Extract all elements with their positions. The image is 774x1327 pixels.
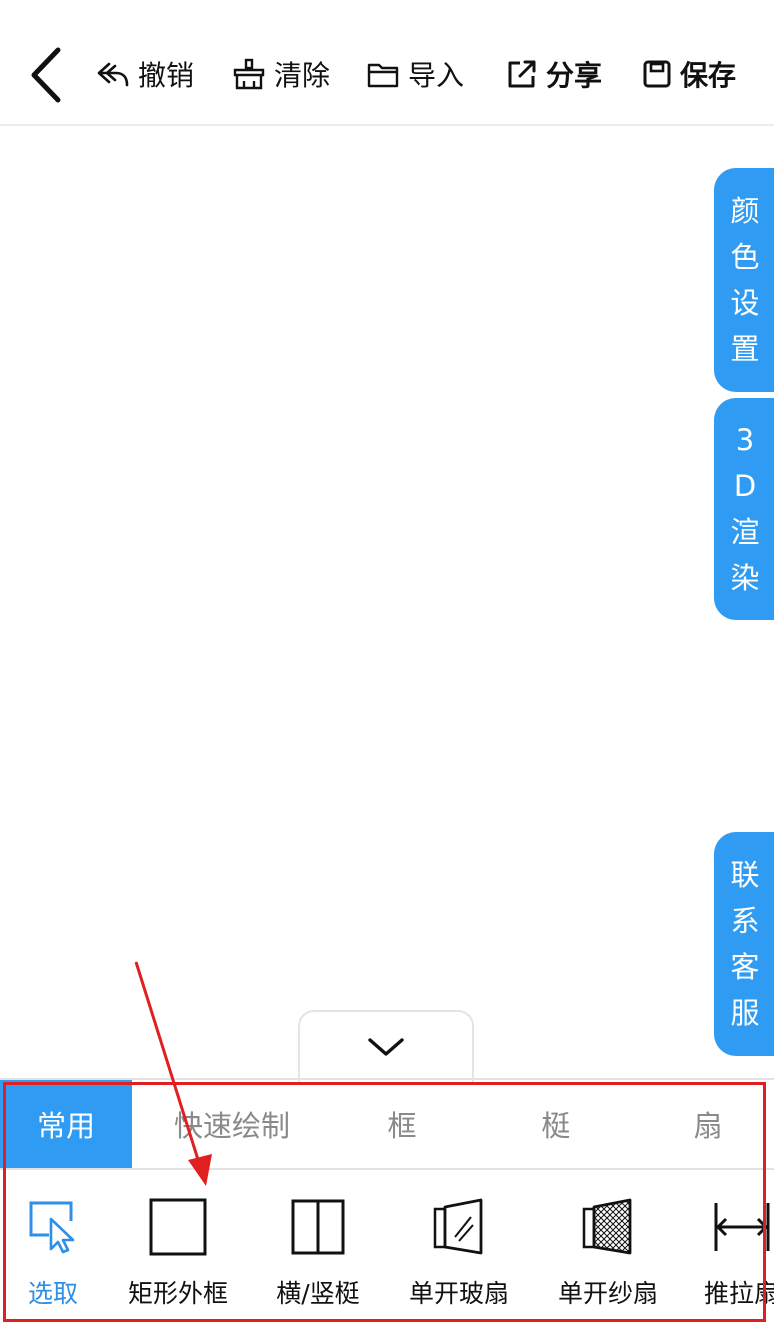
rectangle-frame-icon: [149, 1198, 207, 1256]
save-label: 保存: [680, 59, 737, 92]
save-button[interactable]: 保存: [642, 52, 736, 96]
tool-label: 单开纱扇: [557, 1279, 658, 1308]
side-tab-char: 设: [730, 286, 760, 320]
share-label: 分享: [546, 59, 603, 92]
tool-label: 推拉扇: [704, 1279, 774, 1308]
side-tab-char: 客: [730, 950, 760, 984]
chevron-down-icon: [368, 1038, 404, 1056]
tab-sash[interactable]: 扇: [666, 1080, 750, 1168]
undo-label: 撤销: [138, 59, 195, 92]
sliding-sash-icon: [714, 1203, 770, 1251]
side-tab-char: D: [733, 469, 757, 503]
top-toolbar: 撤销 清除 导入 分享 保存: [0, 0, 774, 126]
tab-mullion[interactable]: 梃: [514, 1080, 598, 1168]
import-label: 导入: [408, 59, 465, 92]
mullion-icon: [291, 1199, 345, 1255]
folder-icon: [367, 63, 399, 88]
screen-sash-icon: [582, 1198, 632, 1255]
tool-glass-sash[interactable]: 单开玻扇: [404, 1180, 514, 1320]
side-tab-char: 颜: [730, 194, 760, 228]
glass-sash-icon: [433, 1198, 483, 1255]
share-button[interactable]: 分享: [506, 52, 602, 96]
contact-support-button[interactable]: 联 系 客 服: [714, 832, 774, 1056]
collapse-panel-button[interactable]: [298, 1010, 474, 1082]
undo-button[interactable]: 撤销: [96, 52, 194, 96]
side-tab-char: 色: [730, 240, 760, 274]
chevron-left-icon: [31, 47, 61, 103]
back-button[interactable]: [26, 46, 70, 104]
tab-label: 扇: [693, 1109, 723, 1143]
import-button[interactable]: 导入: [366, 52, 464, 96]
tool-rect-frame[interactable]: 矩形外框: [120, 1180, 236, 1320]
color-settings-button[interactable]: 颜 色 设 置: [714, 168, 774, 392]
clear-label: 清除: [274, 59, 331, 92]
side-tab-char: 染: [730, 561, 760, 595]
category-tabs: 常用 快速绘制 框 梃 扇: [0, 1080, 774, 1168]
tab-quick-draw[interactable]: 快速绘制: [146, 1080, 318, 1168]
side-tab-char: 系: [730, 904, 760, 938]
undo-icon: [97, 62, 129, 87]
3d-render-button[interactable]: 3 D 渲 染: [714, 398, 774, 620]
clear-button[interactable]: 清除: [232, 52, 330, 96]
side-tab-char: 联: [730, 858, 760, 892]
save-icon: [643, 60, 671, 88]
broom-icon: [233, 58, 265, 90]
side-tab-char: 渲: [730, 515, 760, 549]
side-tab-char: 3: [735, 423, 755, 457]
tool-screen-sash[interactable]: 单开纱扇: [552, 1180, 664, 1320]
cursor-select-icon: [29, 1201, 75, 1254]
tab-label: 梃: [541, 1109, 571, 1143]
tool-mullion[interactable]: 横/竖梃: [262, 1180, 374, 1320]
share-icon: [508, 60, 536, 88]
tabs-divider: [0, 1168, 774, 1170]
side-tab-char: 服: [730, 996, 760, 1030]
side-tab-char: 置: [730, 332, 760, 366]
tab-common[interactable]: 常用: [0, 1080, 132, 1168]
tool-label: 单开玻扇: [408, 1279, 509, 1308]
tab-label: 快速绘制: [173, 1109, 290, 1143]
tool-label: 矩形外框: [127, 1279, 228, 1308]
tool-label: 选取: [27, 1279, 78, 1308]
tool-select[interactable]: 选取: [14, 1180, 92, 1320]
tab-frame[interactable]: 框: [360, 1080, 444, 1168]
tool-row: 选取 矩形外框 横/竖梃 单开玻扇 单开纱扇 推拉扇: [0, 1180, 774, 1327]
tab-label: 常用: [36, 1109, 95, 1143]
tool-sliding-sash[interactable]: 推拉扇: [704, 1180, 774, 1320]
tool-label: 横/竖梃: [276, 1279, 360, 1308]
tab-label: 框: [387, 1109, 417, 1143]
